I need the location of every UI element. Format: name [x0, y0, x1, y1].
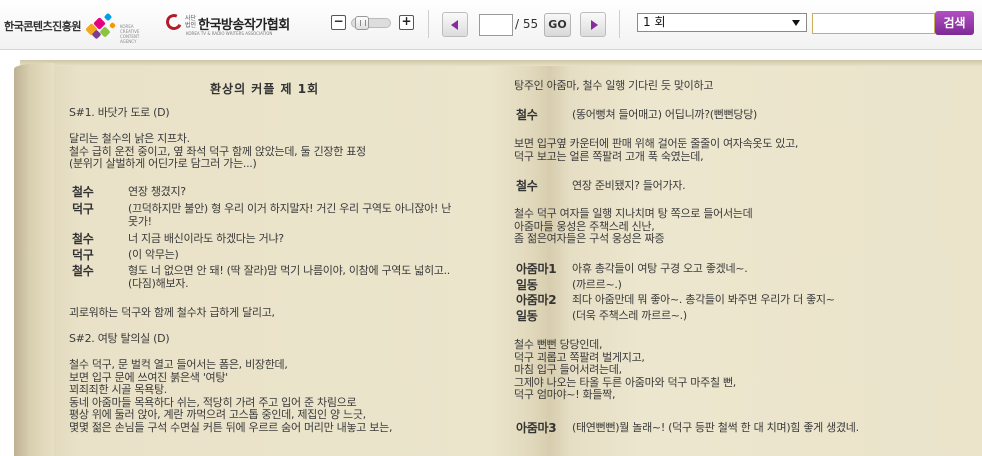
kocca-logo-text: 한국콘텐츠진흥원 — [4, 20, 81, 33]
zoom-out-button[interactable]: − — [331, 15, 346, 30]
description-line: 보면 입구옆 카운터에 판매 위해 걸어둔 줄줄이 여자속옷도 있고, — [514, 137, 799, 150]
dialogue-line: 철수 연장 챙겼지? — [72, 185, 186, 199]
scene-description: 철수 뻔뻔 당당인데, 덕구 괴롭고 쪽팔려 벌게지고, 마침 입구 들어서려는… — [514, 338, 736, 402]
page-number-input[interactable] — [479, 14, 513, 36]
toolbar: 한국콘텐츠진흥원 KOREA CREATIVE CONTENT AGENCY 사… — [0, 0, 982, 50]
dialogue-text: 연장 준비됐지? 들어가자. — [572, 179, 686, 192]
scene-description: 보면 입구옆 카운터에 판매 위해 걸어둔 줄줄이 여자속옷도 있고, 덕구 보… — [514, 137, 799, 163]
speaker-name: 일동 — [516, 309, 538, 323]
speaker-name: 일동 — [516, 278, 538, 292]
dialogue-line: 철수 (똥어뻥쳐 들어매고) 어딥니까?(뻔뻔당당) — [516, 108, 758, 122]
dialogue-text: (똥어뻥쳐 들어매고) 어딥니까?(뻔뻔당당) — [572, 108, 758, 121]
go-button[interactable]: GO — [544, 13, 571, 37]
dialogue-text: (끄덕하지만 불안) 형 우리 이거 하지말자! 거긴 우리 구역도 아니잖아!… — [128, 202, 452, 228]
dialogue-text: 형도 너 없으면 안 돼! (딱 잘라)맘 먹기 나름이야, 이참에 구역도 넓… — [128, 264, 450, 290]
zoom-in-button[interactable]: + — [399, 15, 414, 30]
scene-description: 철수 덕구 여자들 일행 지나치며 탕 쪽으로 들어서는데 아줌마들 웅성은 주… — [514, 207, 753, 246]
description-line: 좀 젊은여자들은 구석 웅성은 짜증 — [514, 232, 665, 245]
dialogue-line: 철수 연장 준비됐지? 들어가자. — [516, 179, 686, 193]
toolbar-divider — [428, 10, 429, 38]
scene-heading: S#2. 여탕 탈의실 (D) — [69, 332, 170, 345]
dialogue-line: 아줌마2 죄다 아줌만데 뭐 좋아~. 총각들이 봐주면 우리가 더 좋지~ — [516, 293, 835, 307]
speaker-name: 철수 — [516, 108, 538, 122]
search-button[interactable]: 검색 — [935, 11, 974, 35]
kocca-logo-subtitle: KOREA CREATIVE CONTENT AGENCY — [120, 24, 140, 44]
dialogue-text: 아휴 총각들이 여탕 구경 오고 좋겠네~. — [572, 262, 748, 275]
zoom-slider-thumb[interactable] — [355, 16, 369, 30]
next-page-button[interactable] — [580, 12, 606, 37]
dropdown-arrow-icon — [792, 20, 800, 26]
scene-heading: S#1. 바닷가 도로 (D) — [69, 106, 170, 119]
page-total: / 55 — [515, 17, 539, 31]
scene-description: 달리는 철수의 낡은 지프차. 철수 급히 운전 중이고, 옆 좌석 덕구 함께… — [69, 132, 366, 171]
dialogue-line: 덕구 (끄덕하지만 불안) 형 우리 이거 하지말자! 거긴 우리 구역도 아니… — [72, 202, 452, 228]
description-line: 덕구 엄마야~! 화들짝, — [514, 388, 616, 401]
kotrwa-logo[interactable]: 사단법인 한국방송작가협회 KOREA TV & RADIO WRITERS A… — [163, 11, 290, 36]
kotrwa-logo-english: KOREA TV & RADIO WRITERS ASSOCIATION — [186, 31, 273, 36]
dialogue-text: (태연뻔뻔)뭘 놀래~! (덕구 등판 철썩 한 대 치며)힘 좋게 생겼네. — [572, 421, 859, 434]
speaker-name: 철수 — [516, 179, 538, 193]
speaker-name: 아줌마3 — [516, 421, 557, 435]
description-line: 몇몇 젊은 손님들 구석 수면실 커튼 뒤에 우르르 숨어 머리만 내놓고 보는… — [69, 420, 393, 434]
book-top-edge — [20, 60, 982, 66]
description-line: 달리는 철수의 낡은 지프차. — [69, 132, 190, 145]
triangle-left-icon — [451, 20, 458, 30]
scene-description: 괴로워하는 덕구와 함께 철수차 급하게 달리고, — [69, 306, 275, 319]
scene-description: 철수 덕구, 문 벌컥 열고 들어서는 폼은, 비장한데, 보면 입구 문에 쓰… — [69, 358, 393, 434]
kocca-logo-mark — [83, 9, 119, 43]
description-line: 마침 입구 들어서려는데, — [514, 363, 622, 376]
description-line: 철수 덕구, 문 벌컥 열고 들어서는 폼은, 비장한데, — [69, 358, 288, 371]
zoom-slider[interactable] — [351, 16, 391, 30]
speaker-name: 철수 — [72, 264, 94, 278]
prev-page-button[interactable] — [442, 12, 468, 37]
speaker-name: 아줌마2 — [516, 293, 557, 307]
dialogue-line: 철수 형도 너 없으면 안 돼! (딱 잘라)맘 먹기 나름이야, 이참에 구역… — [72, 264, 450, 290]
speaker-name: 아줌마1 — [516, 262, 557, 276]
speaker-name: 철수 — [72, 185, 94, 199]
episode-select[interactable]: 1 회 — [637, 13, 807, 32]
speaker-name: 덕구 — [72, 202, 94, 216]
speaker-name: 철수 — [72, 232, 94, 246]
book-spine-edge — [14, 63, 54, 456]
kotrwa-logo-prefix: 사단법인 — [185, 15, 197, 29]
dialogue-text: 연장 챙겼지? — [128, 185, 186, 198]
script-title: 환상의 커플 제 1회 — [210, 82, 320, 96]
dialogue-text: (이 악무는) — [128, 248, 179, 261]
dialogue-line: 아줌마3 (태연뻔뻔)뭘 놀래~! (덕구 등판 철썩 한 대 치며)힘 좋게 … — [516, 421, 859, 435]
dialogue-line: 철수 너 지금 배신이라도 하겠다는 거냐? — [72, 232, 284, 246]
dialogue-text: (까르르~.) — [572, 278, 622, 291]
description-line: 철수 덕구 여자들 일행 지나치며 탕 쪽으로 들어서는데 — [514, 207, 753, 220]
description-line: 꾀죄죄한 시골 목욕탕. — [69, 383, 167, 396]
scene-description: 탕주인 아줌마, 철수 일행 기다린 듯 맞이하고 — [514, 79, 714, 92]
kocca-logo[interactable]: 한국콘텐츠진흥원 KOREA CREATIVE CONTENT AGENCY — [4, 6, 139, 46]
speaker-name: 덕구 — [72, 248, 94, 262]
dialogue-line: 덕구 (이 악무는) — [72, 248, 179, 262]
triangle-right-icon — [591, 20, 598, 30]
dialogue-line: 일동 (더욱 주책스레 까르르~.) — [516, 309, 687, 323]
search-input[interactable] — [812, 13, 935, 34]
dialogue-line: 일동 (까르르~.) — [516, 278, 622, 292]
dialogue-text: (더욱 주책스레 까르르~.) — [572, 309, 687, 322]
episode-select-value: 1 회 — [643, 15, 666, 29]
dialogue-text: 너 지금 배신이라도 하겠다는 거냐? — [128, 232, 284, 245]
description-line: 철수 뻔뻔 당당인데, — [514, 338, 603, 351]
toolbar-divider — [619, 10, 620, 38]
description-line: 덕구 보고는 얼른 쪽팔려 고개 푹 숙였는데, — [514, 149, 704, 163]
description-line: 평상 위에 둘러 앉아, 계란 까먹으려 고스톱 중인데, 제집인 양 느긋, — [69, 408, 366, 421]
kotrwa-emblem-icon — [163, 11, 185, 33]
description-line: (분위기 살벌하게 어딘가로 담그러 가는...) — [69, 157, 257, 170]
dialogue-text: 죄다 아줌만데 뭐 좋아~. 총각들이 봐주면 우리가 더 좋지~ — [572, 293, 835, 306]
dialogue-line: 아줌마1 아휴 총각들이 여탕 구경 오고 좋겠네~. — [516, 262, 748, 276]
